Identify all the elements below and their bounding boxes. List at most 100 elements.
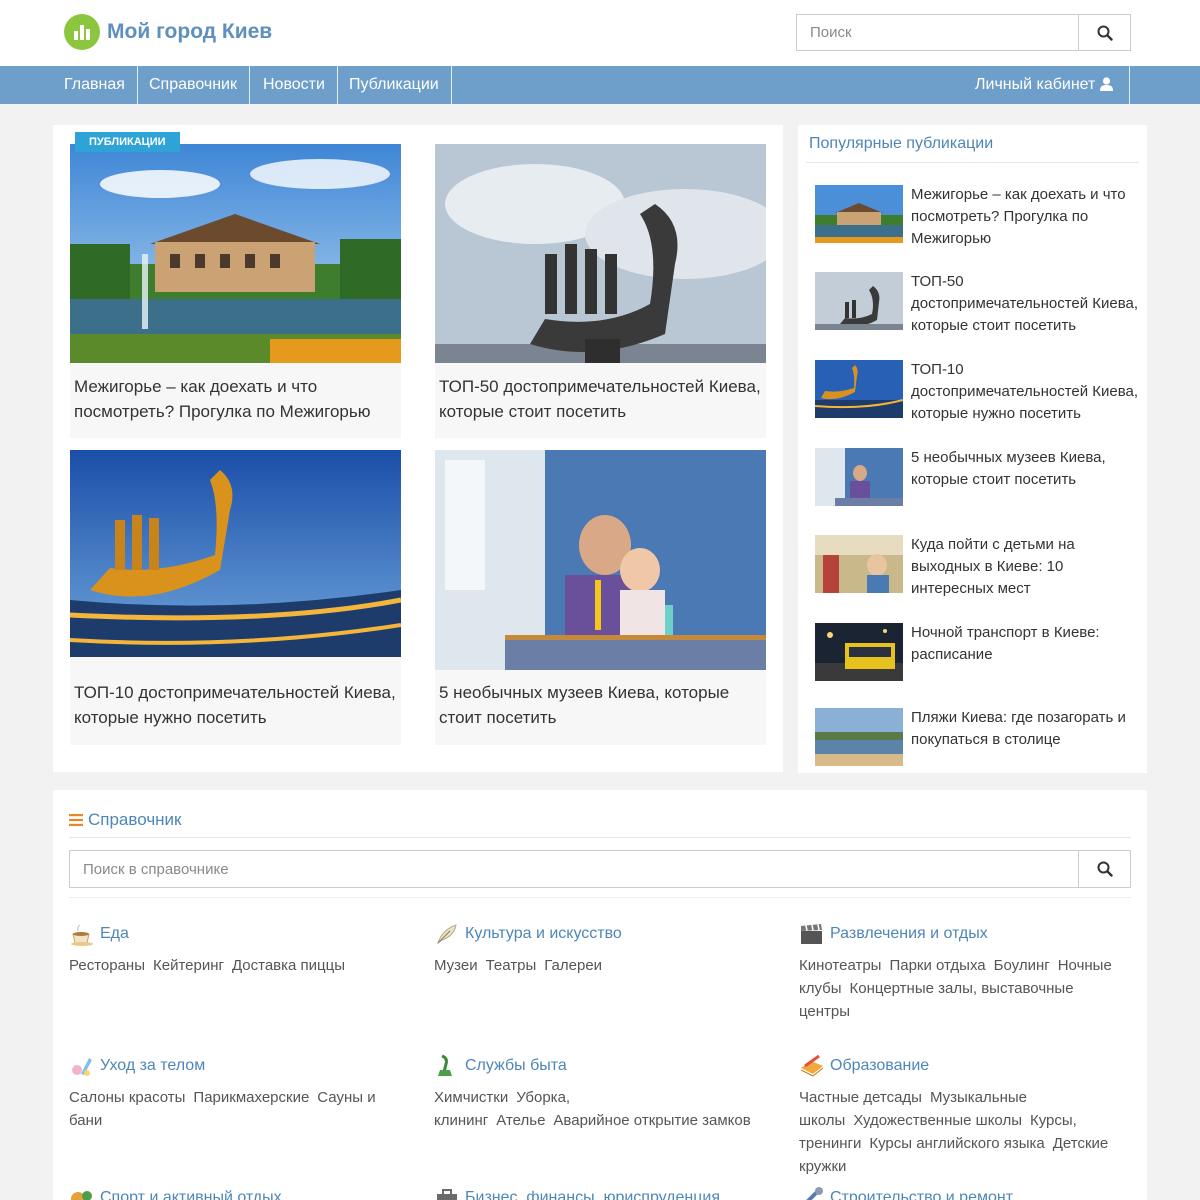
publication-card[interactable]: Межигорье – как доехать и что посмотреть…: [70, 144, 401, 438]
card-image-mezhyhirya: [70, 144, 401, 363]
nav-cabinet-label: Личный кабинет: [975, 76, 1096, 93]
category-link[interactable]: Курсы английского языка: [869, 1135, 1044, 1152]
category-links: Кинотеатры Парки отдыха Боулинг Ночные клуб…: [799, 954, 1129, 1023]
category-name: Спорт и активный отдых: [100, 1189, 282, 1200]
directory-search: [69, 850, 1131, 888]
category-head[interactable]: Строительство и ремонт: [799, 1186, 1129, 1200]
category-link[interactable]: Частные детсады: [799, 1089, 922, 1106]
category-head[interactable]: Развлечения и отдых: [799, 922, 1129, 946]
card-title: ТОП-10 достопримечательностей Киева, кот…: [74, 683, 396, 727]
nav-item-directory[interactable]: Справочник: [137, 66, 250, 104]
popular-item[interactable]: Куда пойти с детьми на выходных в Киеве:…: [815, 534, 1141, 597]
coffee-cup-icon: [71, 924, 93, 946]
popular-item[interactable]: ТОП-50 достопримечательностей Киева, кот…: [815, 271, 1141, 334]
iron-icon: [438, 1054, 452, 1076]
card-title: Межигорье – как доехать и что посмотреть…: [74, 377, 371, 421]
popular-item[interactable]: Пляжи Киева: где позагорать и покупаться…: [815, 707, 1141, 767]
category-household-services: Службы быта Химчистки Уборка, клининг Ател…: [434, 1054, 764, 1132]
sidebar-divider: [806, 162, 1139, 163]
category-head[interactable]: Еда: [69, 922, 399, 946]
category-links: Салоны красоты Парикмахерские Сауны и бани: [69, 1086, 399, 1132]
card-image-kyi-monument: [435, 144, 766, 363]
category-link[interactable]: Парикмахерские: [193, 1089, 309, 1106]
category-head[interactable]: Уход за телом: [69, 1054, 399, 1078]
popular-thumb: [815, 623, 903, 681]
category-head[interactable]: Образование: [799, 1054, 1129, 1078]
popular-item[interactable]: 5 необычных музеев Киева, которые стоит …: [815, 447, 1141, 507]
directory-divider: [69, 897, 1131, 898]
category-head[interactable]: Спорт и активный отдых: [69, 1186, 399, 1200]
category-body-care: Уход за телом Салоны красоты Парикмахерск…: [69, 1054, 399, 1132]
popular-sidebar: Популярные публикации Межигорье – как до…: [798, 125, 1147, 773]
category-name: Еда: [100, 925, 129, 942]
category-links: Химчистки Уборка, клининг Ателье Аварийное …: [434, 1086, 764, 1132]
briefcase-icon: [437, 1189, 457, 1200]
category-head[interactable]: Бизнес, финансы, юриспруденция: [434, 1186, 764, 1200]
search-button[interactable]: [1078, 15, 1130, 50]
site-logo[interactable]: Мой город Киев: [64, 14, 272, 50]
category-sport: Спорт и активный отдых: [69, 1186, 399, 1200]
search-icon: [1097, 25, 1113, 41]
category-name: Развлечения и отдых: [830, 925, 988, 942]
category-link[interactable]: Театры: [486, 957, 537, 974]
user-icon: [1100, 77, 1114, 91]
category-link[interactable]: Ателье: [496, 1112, 545, 1129]
category-name: Культура и искусство: [465, 925, 622, 942]
category-link[interactable]: Кинотеатры: [799, 957, 881, 974]
feather-icon: [437, 924, 457, 945]
popular-thumb: [815, 185, 903, 243]
directory-search-button[interactable]: [1078, 851, 1130, 887]
popular-item[interactable]: ТОП-10 достопримечательностей Киева, кот…: [815, 359, 1141, 422]
popular-item-title: Межигорье – как доехать и что посмотреть…: [911, 186, 1126, 247]
pencil-book-icon: [800, 1054, 824, 1077]
nav-item-publications[interactable]: Публикации: [337, 66, 452, 104]
header-search: [796, 14, 1131, 51]
card-image-monument-night: [70, 450, 401, 657]
category-link[interactable]: Музеи: [434, 957, 478, 974]
category-head[interactable]: Культура и искусство: [434, 922, 764, 946]
category-business: Бизнес, финансы, юриспруденция: [434, 1186, 764, 1200]
publication-card[interactable]: 5 необычных музеев Киева, которые стоит …: [435, 450, 766, 745]
card-title: 5 необычных музеев Киева, которые стоит …: [439, 683, 730, 727]
nav-item-home[interactable]: Главная: [52, 66, 138, 104]
directory-divider: [69, 837, 1131, 838]
category-link[interactable]: Художественные школы: [853, 1112, 1022, 1129]
publication-card[interactable]: ТОП-50 достопримечательностей Киева, кот…: [435, 144, 766, 438]
category-name: Бизнес, финансы, юриспруденция: [465, 1189, 720, 1200]
category-name: Службы быта: [465, 1057, 567, 1074]
main-nav: Главная Справочник Новости Публикации Ли…: [0, 66, 1200, 104]
clapperboard-icon: [801, 924, 822, 944]
directory-panel: Справочник Еда Рестораны Кейтеринг Доставк…: [53, 790, 1147, 1200]
category-head[interactable]: Службы быта: [434, 1054, 764, 1078]
popular-item[interactable]: Межигорье – как доехать и что посмотреть…: [815, 184, 1141, 247]
category-link[interactable]: Химчистки: [434, 1089, 508, 1106]
category-culture: Культура и искусство Музеи Театры Галереи: [434, 922, 764, 977]
publications-panel: ПУБЛИКАЦИИ Межигорье – как доехать и что…: [53, 125, 783, 772]
category-link[interactable]: Парки отдыха: [889, 957, 985, 974]
category-link[interactable]: Доставка пиццы: [232, 957, 345, 974]
category-link[interactable]: Рестораны: [69, 957, 145, 974]
category-link[interactable]: Боулинг: [994, 957, 1050, 974]
search-input[interactable]: [797, 15, 1078, 50]
category-entertainment: Развлечения и отдых Кинотеатры Парки отды…: [799, 922, 1129, 1023]
popular-item-title: Пляжи Киева: где позагорать и покупаться…: [911, 709, 1126, 748]
popular-item[interactable]: Ночной транспорт в Киеве: расписание: [815, 622, 1141, 682]
card-title: ТОП-50 достопримечательностей Киева, кот…: [439, 377, 761, 421]
popular-item-title: ТОП-50 достопримечательностей Киева, кот…: [911, 273, 1139, 334]
category-name: Образование: [830, 1057, 930, 1074]
directory-title[interactable]: Справочник: [69, 810, 182, 830]
nav-personal-cabinet[interactable]: Личный кабинет: [962, 66, 1130, 104]
category-link[interactable]: Салоны красоты: [69, 1089, 185, 1106]
category-links: Частные детсады Музыкальные школы Художест…: [799, 1086, 1129, 1178]
category-name: Строительство и ремонт: [830, 1189, 1014, 1200]
directory-title-label: Справочник: [88, 810, 182, 829]
category-link[interactable]: Кейтеринг: [153, 957, 224, 974]
sport-icon: [71, 1191, 92, 1200]
tools-icon: [806, 1187, 823, 1200]
publications-badge[interactable]: ПУБЛИКАЦИИ: [75, 132, 180, 152]
directory-search-input[interactable]: [70, 851, 1078, 887]
category-link[interactable]: Аварийное открытие замков: [553, 1112, 750, 1129]
category-link[interactable]: Галереи: [544, 957, 602, 974]
publication-card[interactable]: ТОП-10 достопримечательностей Киева, кот…: [70, 450, 401, 745]
nav-item-news[interactable]: Новости: [251, 66, 338, 104]
